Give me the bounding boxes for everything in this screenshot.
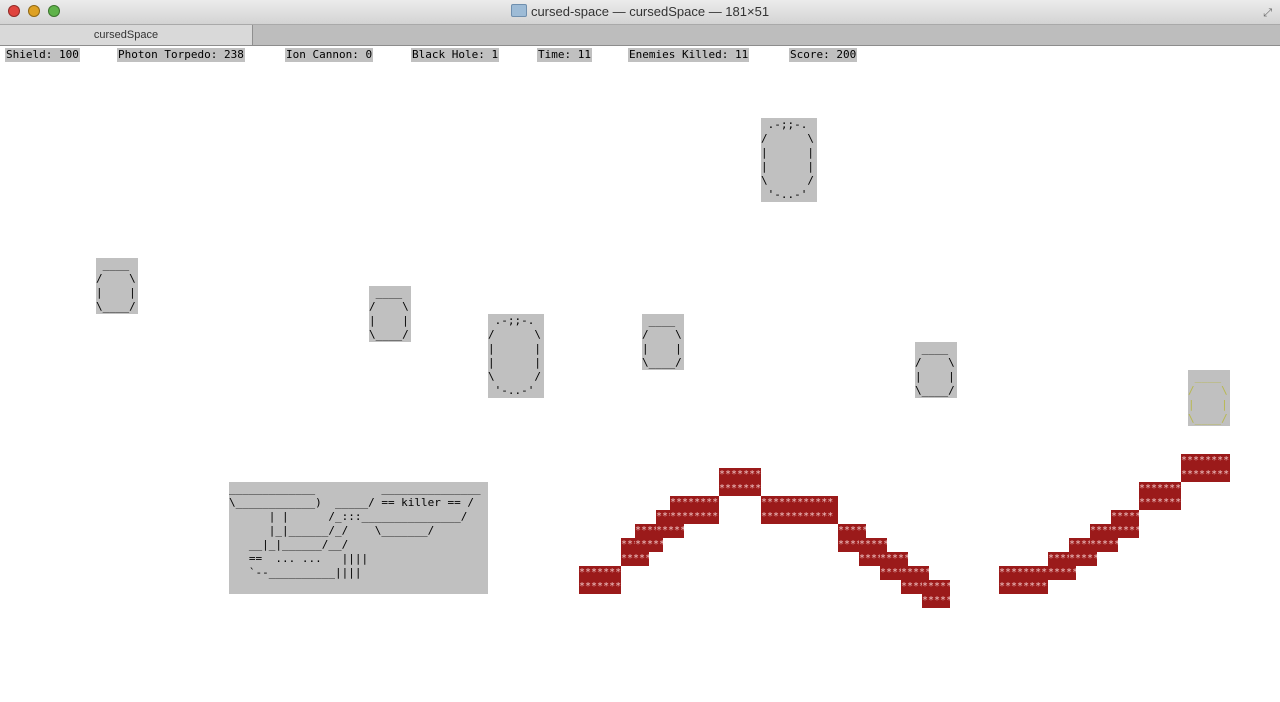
shield-stat: Shield: 100 — [5, 48, 80, 62]
asteroid-art: .-;;-. / \ | | | | \ / '-..-' — [761, 118, 814, 201]
enemy-small-asteroid: ____ / \ | | \____/ — [96, 258, 138, 314]
terrain-segment — [1111, 510, 1139, 538]
enemies-killed-stat: Enemies Killed: 11 — [628, 48, 750, 62]
asteroid-art: .-;;-. / \ | | | | \ / '-..-' — [488, 314, 541, 397]
ship-art: _____________ _______________ \_________… — [229, 482, 481, 579]
window-title-text: cursed-space — cursedSpace — 181×51 — [530, 4, 770, 19]
score-stat: Score: 200 — [789, 48, 858, 62]
terrain-segment — [761, 496, 838, 524]
terrain-segment — [1139, 482, 1181, 510]
asteroid-art: ____ / \ | | \____/ — [96, 258, 136, 313]
title-bar: cursed-space — cursedSpace — 181×51 ⤢ — [0, 0, 1280, 25]
asteroid-art: ____ / \ | | \____/ — [1188, 370, 1228, 425]
player-ship: _____________ _______________ \_________… — [229, 482, 488, 594]
terrain-segment — [1181, 454, 1230, 482]
fullscreen-icon[interactable]: ⤢ — [1263, 6, 1272, 20]
window-title: cursed-space — cursedSpace — 181×51 — [0, 4, 1280, 19]
enemy-small-asteroid: ____ / \ | | \____/ — [369, 286, 411, 342]
tab-cursedspace[interactable]: cursedSpace — [0, 25, 253, 45]
enemy-large-asteroid: .-;;-. / \ | | | | \ / '-..-' — [761, 118, 817, 202]
enemy-small-asteroid: ____ / \ | | \____/ — [642, 314, 684, 370]
time-stat: Time: 11 — [537, 48, 592, 62]
asteroid-art: ____ / \ | | \____/ — [642, 314, 682, 369]
terrain-segment — [670, 496, 719, 524]
asteroid-art: ____ / \ | | \____/ — [915, 342, 955, 397]
enemy-large-asteroid: .-;;-. / \ | | | | \ / '-..-' — [488, 314, 544, 398]
folder-icon — [510, 4, 527, 17]
terrain-segment — [999, 566, 1048, 594]
terrain-segment — [719, 468, 761, 496]
enemy-small-asteroid: ____ / \ | | \____/ — [915, 342, 957, 398]
terrain-segment — [579, 566, 621, 594]
enemy-small-asteroid-tinted: ____ / \ | | \____/ — [1188, 370, 1230, 426]
ion-cannon-stat: Ion Cannon: 0 — [285, 48, 374, 62]
asteroid-art: ____ / \ | | \____/ — [369, 286, 409, 341]
tab-bar: cursedSpace — [0, 25, 1280, 46]
photon-torpedo-stat: Photon Torpedo: 238 — [117, 48, 245, 62]
terrain-segment — [922, 580, 950, 608]
black-hole-stat: Black Hole: 1 — [411, 48, 500, 62]
